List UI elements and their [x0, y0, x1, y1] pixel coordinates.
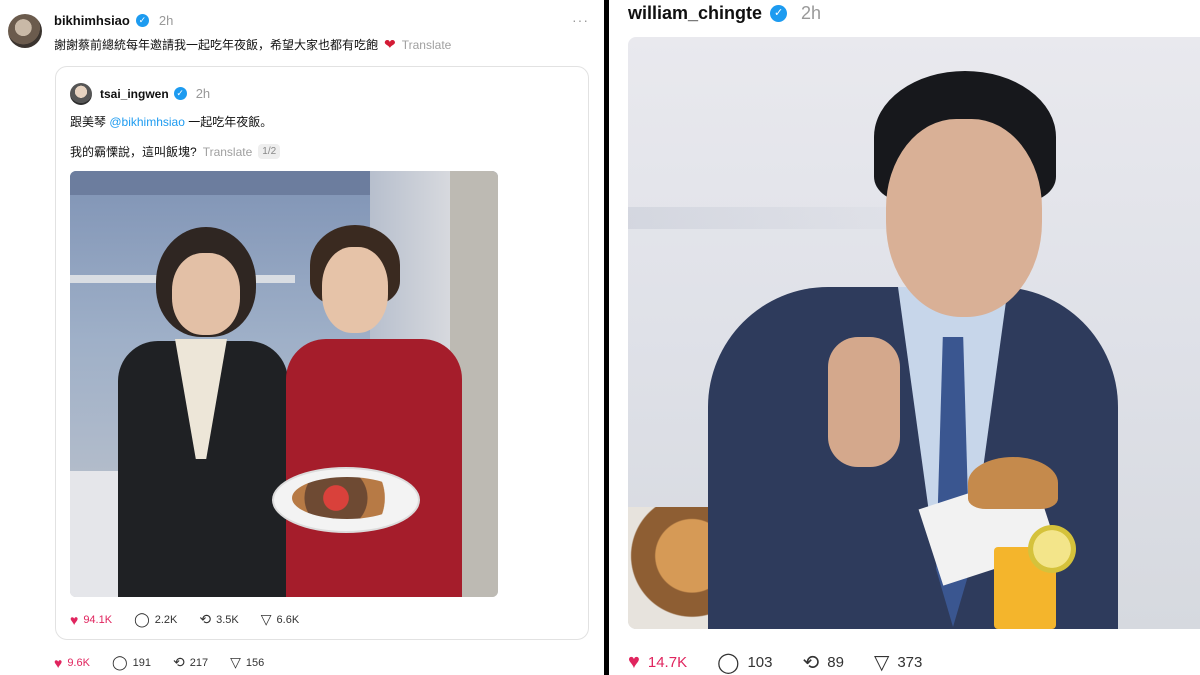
share-icon: ▽ [230, 654, 241, 670]
repost-icon: ⟲ [199, 611, 212, 627]
timestamp: 2h [195, 86, 211, 101]
avatar[interactable] [8, 14, 42, 48]
photo-person [286, 339, 462, 597]
repost-button[interactable]: ⟲ 3.5K [199, 611, 238, 628]
comment-count: 103 [747, 654, 773, 671]
more-options-icon[interactable]: ··· [572, 12, 589, 28]
photo-detail [828, 337, 900, 467]
repost-count: 89 [827, 654, 844, 671]
right-post: william_chingte ✓ 2h ♥ 14.7K ◯ 103 ⟲ 89 … [609, 0, 1200, 675]
post-actions: ♥ 9.6K ◯ 191 ⟲ 217 ▽ 156 [54, 654, 264, 671]
comment-icon: ◯ [111, 654, 128, 670]
translate-link[interactable]: Translate [402, 38, 452, 52]
avatar[interactable] [70, 83, 92, 105]
repost-button[interactable]: ⟲ 89 [803, 650, 844, 675]
repost-icon: ⟲ [802, 652, 820, 674]
verified-icon: ✓ [770, 4, 788, 22]
repost-count: 3.5K [216, 613, 239, 626]
share-button[interactable]: ▽ 156 [230, 654, 264, 671]
timestamp: 2h [158, 12, 174, 28]
quoted-post-actions: ♥ 94.1K ◯ 2.2K ⟲ 3.5K ▽ 6.6K [70, 611, 299, 628]
heart-emoji-icon: ❤ [384, 36, 396, 52]
share-count: 156 [245, 656, 265, 669]
heart-icon: ♥ [628, 651, 640, 673]
image-pager: 1/2 [258, 144, 281, 159]
quoted-post[interactable]: tsai_ingwen ✓ 2h 跟美琴 @bikhimhsiao 一起吃年夜飯… [55, 66, 589, 640]
left-post: bikhimhsiao ✓ 2h ··· 謝謝蔡前總統每年邀請我一起吃年夜飯，希… [0, 0, 604, 675]
post-header: william_chingte ✓ 2h [628, 2, 821, 24]
verified-icon: ✓ [173, 87, 187, 100]
post-photo[interactable] [70, 171, 498, 597]
share-icon: ▽ [873, 652, 890, 674]
share-count: 373 [897, 654, 923, 671]
photo-detail [70, 171, 370, 195]
comment-count: 2.2K [154, 613, 178, 626]
photo-person [322, 247, 388, 333]
post-header: bikhimhsiao ✓ 2h [54, 12, 173, 28]
like-count: 14.7K [647, 654, 688, 671]
verified-icon: ✓ [135, 13, 149, 27]
like-button[interactable]: ♥ 14.7K [628, 651, 687, 674]
photo-detail [968, 457, 1058, 509]
photo-detail [628, 207, 888, 229]
quoted-post-header: tsai_ingwen ✓ 2h [100, 86, 210, 101]
repost-count: 217 [189, 656, 209, 669]
like-count: 94.1K [83, 613, 113, 626]
like-button[interactable]: ♥ 9.6K [54, 655, 90, 671]
post-actions: ♥ 14.7K ◯ 103 ⟲ 89 ▽ 373 [628, 650, 922, 675]
post-photo[interactable] [628, 37, 1200, 629]
comment-icon: ◯ [134, 611, 150, 627]
comment-icon: ◯ [717, 652, 740, 674]
repost-icon: ⟲ [172, 654, 185, 670]
text-segment: 跟美琴 [70, 115, 110, 129]
quoted-post-text-line2: 我的霸慄說，這叫飯塊? Translate 1/2 [70, 143, 281, 160]
post-body: 謝謝蔡前總統每年邀請我一起吃年夜飯，希望大家也都有吃飽 [54, 38, 379, 52]
mention-link[interactable]: @bikhimhsiao [109, 115, 185, 129]
share-count: 6.6K [276, 613, 300, 626]
photo-detail [1028, 525, 1076, 573]
photo-person [172, 253, 240, 335]
share-button[interactable]: ▽ 373 [874, 650, 922, 675]
heart-icon: ♥ [54, 654, 63, 671]
text-segment: 我的霸慄說，這叫飯塊? [70, 145, 197, 159]
translate-link[interactable]: Translate [203, 145, 253, 159]
text-segment: 一起吃年夜飯。 [184, 115, 273, 129]
username[interactable]: bikhimhsiao [54, 13, 130, 28]
repost-button[interactable]: ⟲ 217 [173, 654, 208, 671]
quoted-post-text: 跟美琴 @bikhimhsiao 一起吃年夜飯。 [70, 113, 272, 130]
timestamp: 2h [801, 2, 822, 23]
comment-button[interactable]: ◯ 103 [717, 650, 772, 675]
username[interactable]: tsai_ingwen [100, 87, 169, 101]
photo-detail [292, 477, 402, 519]
heart-icon: ♥ [70, 611, 79, 628]
photo-person [886, 119, 1042, 317]
like-button[interactable]: ♥ 94.1K [70, 612, 112, 628]
share-icon: ▽ [260, 611, 272, 627]
comment-count: 191 [132, 656, 151, 669]
share-button[interactable]: ▽ 6.6K [261, 611, 299, 628]
post-text: 謝謝蔡前總統每年邀請我一起吃年夜飯，希望大家也都有吃飽 ❤ Translate [54, 36, 451, 53]
like-count: 9.6K [67, 656, 90, 669]
username[interactable]: william_chingte [628, 3, 762, 24]
comment-button[interactable]: ◯ 191 [112, 654, 151, 671]
comment-button[interactable]: ◯ 2.2K [134, 611, 177, 628]
